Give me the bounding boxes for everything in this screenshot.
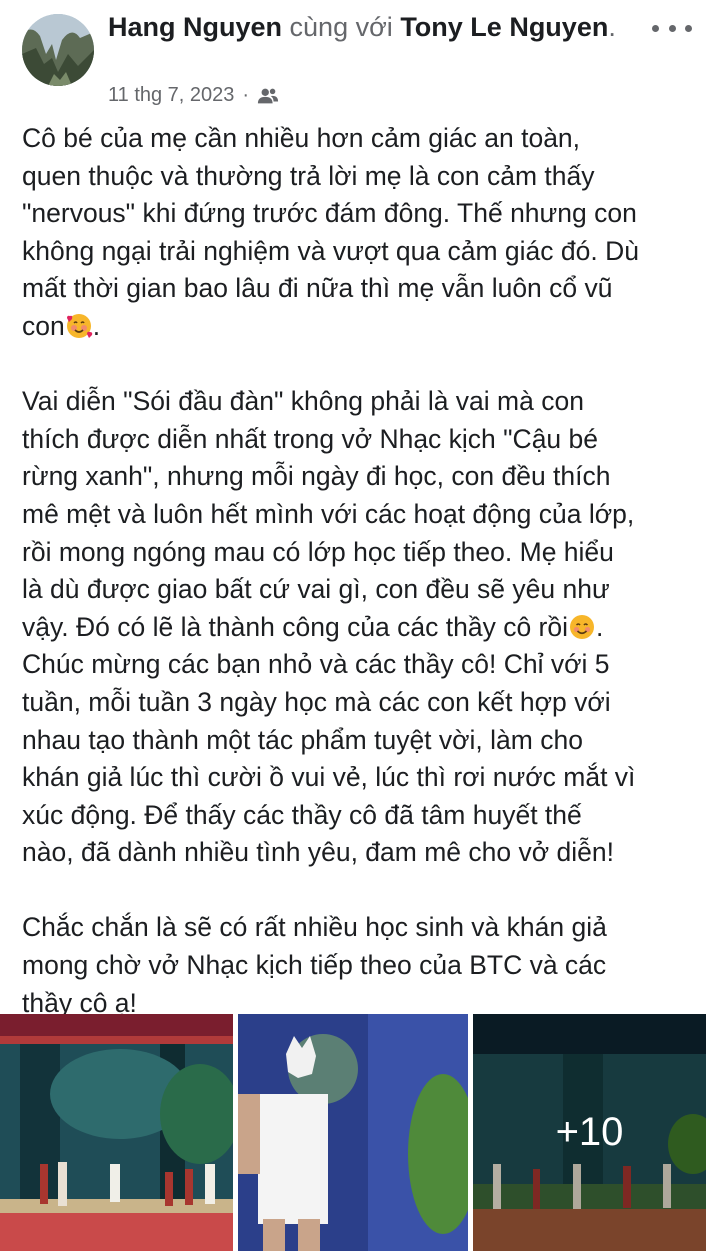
post-date[interactable]: 11 thg 7, 2023: [108, 84, 234, 107]
smiling-face-with-hearts-icon: [66, 313, 92, 338]
with-text: cùng với: [289, 12, 393, 42]
more-options-button[interactable]: [652, 16, 692, 40]
friends-icon[interactable]: [257, 85, 279, 107]
meta-separator: ·: [242, 84, 250, 106]
photo-3[interactable]: +10: [473, 1014, 706, 1251]
more-photos-count: +10: [555, 1110, 624, 1154]
paragraph-1-tail: .: [92, 310, 101, 341]
photo-2[interactable]: [238, 1014, 468, 1251]
post-meta: 11 thg 7, 2023 ·: [108, 84, 279, 107]
child-in-wolf-mask-photo: [238, 1014, 468, 1251]
stage-forest-photo: [0, 1014, 233, 1251]
paragraph-1-text: Cô bé của mẹ cần nhiều hơn cảm giác an t…: [22, 123, 639, 341]
post-header-title: Hang Nguyen cùng với Tony Le Nguyen.: [108, 10, 628, 44]
smiling-face-icon: [570, 614, 595, 639]
post-paragraph: Cô bé của mẹ cần nhiều hơn cảm giác an t…: [22, 120, 692, 346]
tagged-person-name[interactable]: Tony Le Nguyen: [400, 12, 608, 42]
photo-1[interactable]: [0, 1014, 233, 1251]
author-avatar[interactable]: [22, 14, 94, 86]
tagged-suffix: .: [608, 12, 616, 42]
post-paragraph: Chắc chắn là sẽ có rất nhiều học sinh và…: [22, 909, 692, 1022]
paragraph-2-text: Vai diễn "Sói đầu đàn" không phải là vai…: [22, 386, 635, 642]
more-options-dot: [685, 24, 692, 32]
paragraph-3-text: Chắc chắn là sẽ có rất nhiều học sinh và…: [22, 912, 607, 1018]
author-name[interactable]: Hang Nguyen: [108, 12, 282, 42]
more-options-icon: [652, 24, 659, 32]
more-photos-overlay[interactable]: +10: [473, 1014, 706, 1251]
more-options-dot: [668, 24, 676, 32]
mountain-landscape-image: [22, 14, 94, 86]
paragraph-2-tail: . Chúc mừng các bạn nhỏ và các thầy cô! …: [22, 611, 636, 868]
post-body: Cô bé của mẹ cần nhiều hơn cảm giác an t…: [22, 120, 692, 1022]
post-paragraph: Vai diễn "Sói đầu đàn" không phải là vai…: [22, 383, 692, 872]
photo-grid: +10: [0, 1014, 706, 1251]
